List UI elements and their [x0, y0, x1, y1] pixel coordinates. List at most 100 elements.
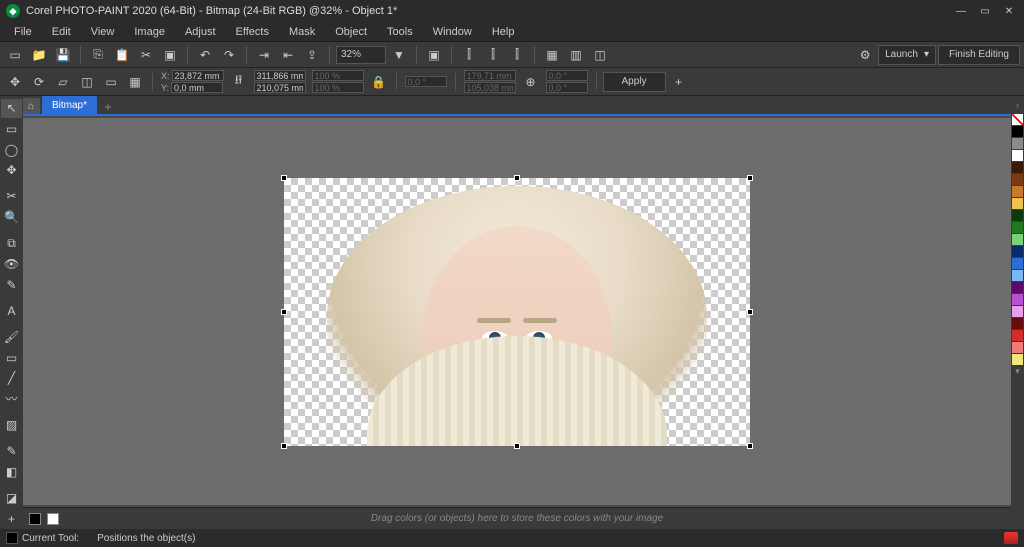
palette-up-icon[interactable]: ›	[1016, 100, 1019, 114]
selection-handle-nw[interactable]	[281, 175, 287, 181]
guides-button[interactable]: ▥	[565, 45, 587, 65]
eyedropper-tool[interactable]: ✎	[1, 442, 22, 461]
touch-up-tool[interactable]: ✎	[1, 275, 22, 294]
document-tab-active[interactable]: Bitmap*	[42, 96, 97, 114]
menu-object[interactable]: Object	[325, 24, 377, 40]
swatch-none[interactable]	[1012, 114, 1023, 125]
menu-effects[interactable]: Effects	[226, 24, 279, 40]
eraser-tool[interactable]: ◧	[1, 463, 22, 482]
pos-x-input[interactable]	[172, 70, 224, 81]
dropshadow-tool[interactable]: ◪	[1, 489, 22, 508]
swatch-5[interactable]	[1012, 186, 1023, 197]
publish-button[interactable]: ⇪	[301, 45, 323, 65]
center-y-input[interactable]	[464, 82, 516, 93]
rotation-input[interactable]	[405, 76, 447, 87]
selection-handle-sw[interactable]	[281, 443, 287, 449]
menu-adjust[interactable]: Adjust	[175, 24, 226, 40]
canvas[interactable]	[284, 178, 750, 446]
perspective-button[interactable]: ▭	[100, 72, 122, 92]
workspace[interactable]	[23, 118, 1011, 505]
selection-handle-ne[interactable]	[747, 175, 753, 181]
redo-button[interactable]: ↷	[218, 45, 240, 65]
fg-color-swatch[interactable]	[29, 513, 41, 525]
rotate-button[interactable]: ⟳	[28, 72, 50, 92]
swatch-8[interactable]	[1012, 222, 1023, 233]
ellipse-mask-tool[interactable]: ◯	[1, 140, 22, 159]
image-object[interactable]	[284, 178, 750, 446]
move-button[interactable]: ✥	[4, 72, 26, 92]
swatch-2[interactable]	[1012, 150, 1023, 161]
mesh-button[interactable]: ▦	[124, 72, 146, 92]
export-button[interactable]: ⇤	[277, 45, 299, 65]
add-preset-button[interactable]: +	[668, 72, 690, 92]
swatch-9[interactable]	[1012, 234, 1023, 245]
zoom-fit-button[interactable]: ▼	[388, 45, 410, 65]
center-x-input[interactable]	[464, 70, 516, 81]
menu-help[interactable]: Help	[482, 24, 525, 40]
launch-dropdown[interactable]: Launch ▾	[878, 45, 936, 65]
swatch-1[interactable]	[1012, 138, 1023, 149]
selection-handle-n[interactable]	[514, 175, 520, 181]
swatch-4[interactable]	[1012, 174, 1023, 185]
minimize-button[interactable]: —	[952, 4, 970, 18]
rectangle-tool[interactable]: ▭	[1, 348, 22, 367]
snap-button[interactable]: ◫	[589, 45, 611, 65]
undo-button[interactable]: ↶	[194, 45, 216, 65]
rect-mask-tool[interactable]: ▭	[1, 120, 22, 139]
clip-button[interactable]: ▣	[159, 45, 181, 65]
swatch-13[interactable]	[1012, 282, 1023, 293]
swatch-14[interactable]	[1012, 294, 1023, 305]
scale-x-input[interactable]	[312, 70, 364, 81]
red-eye-tool[interactable]: 👁	[1, 255, 22, 274]
mask-transform-tool[interactable]: ✥	[1, 161, 22, 180]
bg-color-swatch[interactable]	[47, 513, 59, 525]
angle-x-input[interactable]	[546, 70, 588, 81]
swatch-0[interactable]	[1012, 126, 1023, 137]
pick-tool[interactable]: ↖	[1, 99, 22, 118]
status-fg-swatch[interactable]	[6, 532, 18, 544]
import-button[interactable]: ⇥	[253, 45, 275, 65]
skew-button[interactable]: ▱	[52, 72, 74, 92]
swatch-7[interactable]	[1012, 210, 1023, 221]
align-right-button[interactable]: ⫿	[506, 45, 528, 65]
grid-button[interactable]: ▦	[541, 45, 563, 65]
distort-button[interactable]: ◫	[76, 72, 98, 92]
selection-handle-e[interactable]	[747, 309, 753, 315]
save-button[interactable]: 💾	[52, 45, 74, 65]
menu-image[interactable]: Image	[124, 24, 175, 40]
close-button[interactable]: ✕	[1000, 4, 1018, 18]
swatch-10[interactable]	[1012, 246, 1023, 257]
zoom-tool[interactable]: 🔍	[1, 208, 22, 227]
paste-button[interactable]: 📋	[111, 45, 133, 65]
welcome-tab[interactable]: ⌂	[22, 98, 40, 114]
menu-view[interactable]: View	[81, 24, 125, 40]
cut-button[interactable]: ✂	[135, 45, 157, 65]
text-tool[interactable]: A	[1, 301, 22, 320]
swatch-11[interactable]	[1012, 258, 1023, 269]
menu-edit[interactable]: Edit	[42, 24, 81, 40]
clone-tool[interactable]: ⧉	[1, 234, 22, 253]
relative-center-icon[interactable]: ⊕	[520, 72, 542, 92]
pos-y-input[interactable]	[171, 82, 223, 93]
swatch-18[interactable]	[1012, 342, 1023, 353]
swatch-19[interactable]	[1012, 354, 1023, 365]
fill-tool[interactable]: ▨	[1, 416, 22, 435]
open-button[interactable]: 📁	[28, 45, 50, 65]
size-lock-icon[interactable]: ⭿	[228, 72, 250, 92]
menu-tools[interactable]: Tools	[377, 24, 423, 40]
menu-mask[interactable]: Mask	[279, 24, 325, 40]
selection-handle-w[interactable]	[281, 309, 287, 315]
fullscreen-button[interactable]: ▣	[423, 45, 445, 65]
swatch-17[interactable]	[1012, 330, 1023, 341]
color-proof-icon[interactable]	[1004, 532, 1018, 544]
copy-button[interactable]: ⎘	[87, 45, 109, 65]
swatch-3[interactable]	[1012, 162, 1023, 173]
selection-handle-se[interactable]	[747, 443, 753, 449]
paint-tool[interactable]: 🖌	[1, 328, 22, 347]
angle-y-input[interactable]	[546, 82, 588, 93]
menu-window[interactable]: Window	[423, 24, 482, 40]
toolbox-options-button[interactable]: +	[1, 509, 22, 528]
new-button[interactable]: ▭	[4, 45, 26, 65]
lock-ratio-icon[interactable]: 🔒	[368, 72, 390, 92]
zoom-input[interactable]	[336, 46, 386, 64]
